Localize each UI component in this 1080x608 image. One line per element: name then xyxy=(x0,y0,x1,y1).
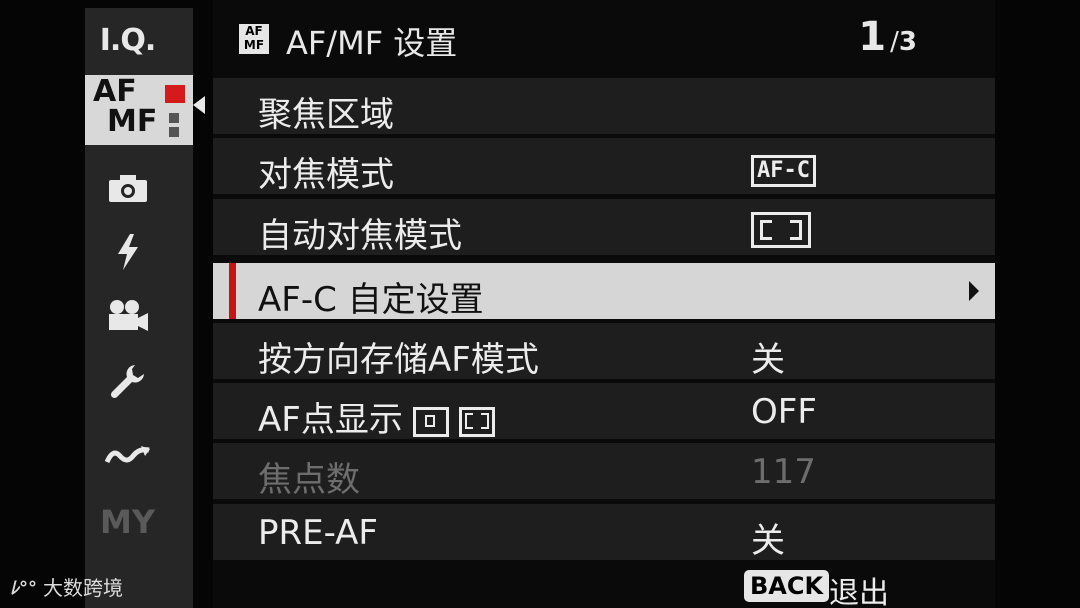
sidebar-item-setup[interactable] xyxy=(85,350,170,414)
menu-item-label: PRE-AF xyxy=(258,513,378,553)
menu-item-label: 对焦模式 xyxy=(258,155,394,195)
flash-icon xyxy=(117,234,138,270)
single-point-af-icon xyxy=(751,212,811,248)
menu-item-pre-af[interactable]: PRE-AF 关 xyxy=(213,504,995,561)
menu-item-value: 关 xyxy=(751,521,785,561)
page-indicator-2 xyxy=(169,113,179,123)
sidebar-item-flash[interactable] xyxy=(85,220,170,284)
af-mf-badge-icon: AF MF xyxy=(239,24,269,54)
sidebar-item-label: MY xyxy=(99,503,155,541)
active-page-indicator xyxy=(165,85,185,103)
movie-icon xyxy=(108,300,148,331)
page-separator: / xyxy=(890,27,899,57)
sidebar-item-my-menu[interactable]: MY xyxy=(85,490,170,554)
watermark-text: 大数跨境 xyxy=(43,576,123,600)
sidebar-item-image-quality[interactable]: I.Q. xyxy=(85,8,170,72)
sidebar-item-connection[interactable] xyxy=(85,424,170,488)
af-c-mode-icon: AF-C xyxy=(751,154,816,187)
mf-label: MF xyxy=(107,104,158,139)
menu-item-value: OFF xyxy=(751,392,817,432)
sidebar-item-movie[interactable] xyxy=(85,284,170,348)
menu-item-label: 聚焦区域 xyxy=(258,95,394,135)
active-tab-pointer-icon xyxy=(193,96,205,114)
menu-item-value: AF-C xyxy=(751,147,816,187)
wide-tracking-af-icon xyxy=(458,406,495,437)
menu-panel: AF MF AF/MF 设置 1/3 聚焦区域 对焦模式 AF-C 自动对焦模式 xyxy=(213,0,995,608)
chevron-right-icon xyxy=(969,281,979,301)
page-total: 3 xyxy=(898,27,917,57)
back-label: 退出 xyxy=(829,576,889,608)
menu-header: AF MF AF/MF 设置 1/3 xyxy=(213,0,995,72)
menu-item-value: 关 xyxy=(751,340,785,380)
menu-item-af-c-custom-settings[interactable]: AF-C 自定设置 xyxy=(213,263,995,320)
wrench-icon xyxy=(110,365,144,399)
menu-item-label: 自动对焦模式 xyxy=(258,216,462,256)
zone-af-icon xyxy=(412,406,449,437)
af-mf-tab-label: AF MF xyxy=(93,77,157,137)
menu-category-sidebar: I.Q. AF MF MY xyxy=(85,8,193,608)
menu-item-af-point-display[interactable]: AF点显示 OFF xyxy=(213,383,995,441)
camera-icon xyxy=(108,175,147,202)
sidebar-item-label: I.Q. xyxy=(99,22,156,58)
sidebar-item-shooting[interactable] xyxy=(85,156,170,220)
camera-menu-screen: I.Q. AF MF MY AF MF AF/MF 设置 1 /3 聚焦区域 对… xyxy=(0,0,1080,608)
menu-item-label: AF-C 自定设置 xyxy=(258,280,484,320)
menu-item-value: 117 xyxy=(751,452,816,492)
page-indicator-3 xyxy=(169,127,179,137)
page-current: 1 xyxy=(858,14,887,60)
menu-item-label: AF点显示 xyxy=(258,392,495,441)
sidebar-item-af-mf[interactable]: AF MF xyxy=(85,75,193,145)
menu-item-label: 按方向存储AF模式 xyxy=(258,340,539,380)
menu-item-label-text: AF点显示 xyxy=(258,400,403,440)
page-counter: 1/3 xyxy=(858,14,917,60)
selection-bar xyxy=(229,263,236,319)
watermark: ﾚ°° 大数跨境 xyxy=(10,572,123,601)
menu-item-label: 焦点数 xyxy=(258,460,360,500)
badge-top: AF xyxy=(245,24,263,38)
menu-item-number-of-focus-points: 焦点数 117 xyxy=(213,443,995,500)
badge-bottom: MF xyxy=(243,38,265,52)
menu-item-value xyxy=(751,208,811,257)
menu-item-focus-mode[interactable]: 对焦模式 AF-C xyxy=(213,138,995,195)
menu-item-focus-area[interactable]: 聚焦区域 xyxy=(213,78,995,135)
page-title: AF/MF 设置 xyxy=(286,24,458,62)
watermark-logo-icon: ﾚ°° xyxy=(10,577,37,599)
menu-item-store-af-mode-by-orientation[interactable]: 按方向存储AF模式 关 xyxy=(213,323,995,380)
menu-item-af-mode[interactable]: 自动对焦模式 xyxy=(213,199,995,257)
menu-footer: BACK 退出 xyxy=(213,568,995,608)
back-button[interactable]: BACK xyxy=(744,570,830,602)
connection-icon xyxy=(104,446,150,464)
